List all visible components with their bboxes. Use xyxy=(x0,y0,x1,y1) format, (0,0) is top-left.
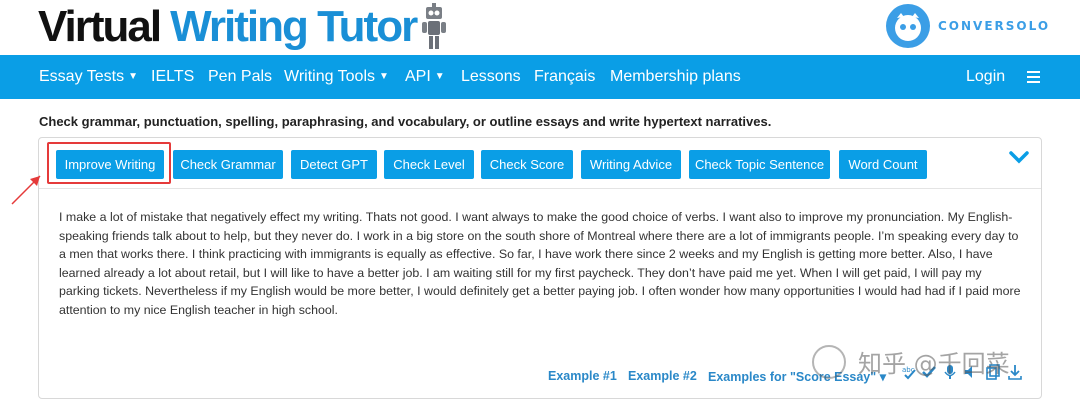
tool-button-bar: Improve Writing Check Grammar Detect GPT… xyxy=(39,138,1041,189)
detect-gpt-button[interactable]: Detect GPT xyxy=(291,150,377,179)
nav-ielts[interactable]: IELTS xyxy=(151,55,194,99)
conversolo-name: CONVERSOLO xyxy=(938,19,1051,33)
hamburger-icon[interactable] xyxy=(1027,71,1040,86)
check-topic-sentence-button[interactable]: Check Topic Sentence xyxy=(689,150,830,179)
chat-bubble-icon xyxy=(812,344,846,379)
nav-writing-tools[interactable]: Writing Tools ▼ xyxy=(284,55,389,99)
nav-label: Pen Pals xyxy=(208,68,273,85)
chevron-down-icon: ▼ xyxy=(379,71,389,82)
watermark: 知乎 @千回菜 xyxy=(812,344,1010,379)
nav-lessons[interactable]: Lessons xyxy=(461,55,521,99)
robot-icon xyxy=(422,3,447,49)
page-tagline: Check grammar, punctuation, spelling, pa… xyxy=(39,114,772,129)
logo-word-writing-tutor: Writing Tutor xyxy=(170,2,418,51)
nav-api[interactable]: API ▼ xyxy=(405,55,445,99)
word-count-button[interactable]: Word Count xyxy=(839,150,927,179)
nav-label: API xyxy=(405,68,431,85)
example-2-link[interactable]: Example #2 xyxy=(628,369,697,383)
improve-writing-button[interactable]: Improve Writing xyxy=(56,150,164,179)
site-header: Virtual Writing Tutor CONVERSOLO xyxy=(0,0,1080,55)
conversolo-logo[interactable]: CONVERSOLO xyxy=(886,4,1050,48)
check-grammar-button[interactable]: Check Grammar xyxy=(173,150,283,179)
check-level-button[interactable]: Check Level xyxy=(384,150,474,179)
nav-membership-plans[interactable]: Membership plans xyxy=(610,55,741,99)
conversolo-owl-icon xyxy=(886,4,930,48)
red-arrow-annotation xyxy=(11,175,41,205)
main-navbar: Essay Tests ▼ IELTS Pen Pals Writing Tool… xyxy=(0,55,1080,99)
nav-label: Writing Tools xyxy=(284,68,375,85)
essay-textarea[interactable]: I make a lot of mistake that negatively … xyxy=(59,208,1025,319)
logo-word-virtual: Virtual xyxy=(38,2,162,51)
nav-label: Essay Tests xyxy=(39,68,125,85)
nav-pen-pals[interactable]: Pen Pals xyxy=(208,55,272,99)
chevron-down-icon[interactable] xyxy=(1009,150,1029,166)
nav-essay-tests[interactable]: Essay Tests ▼ xyxy=(39,55,138,99)
site-logo[interactable]: Virtual Writing Tutor xyxy=(38,2,448,52)
example-1-link[interactable]: Example #1 xyxy=(548,369,617,383)
nav-label: Français xyxy=(534,68,596,85)
nav-label: Lessons xyxy=(461,68,521,85)
login-link[interactable]: Login xyxy=(966,55,1005,99)
chevron-down-icon: ▼ xyxy=(128,71,138,82)
writing-advice-button[interactable]: Writing Advice xyxy=(581,150,681,179)
check-score-button[interactable]: Check Score xyxy=(481,150,573,179)
chevron-down-icon: ▼ xyxy=(434,71,445,82)
nav-label: Membership plans xyxy=(610,68,741,85)
nav-francais[interactable]: Français xyxy=(534,55,595,99)
nav-label: IELTS xyxy=(151,68,195,85)
watermark-text: 知乎 @千回菜 xyxy=(858,350,1010,378)
